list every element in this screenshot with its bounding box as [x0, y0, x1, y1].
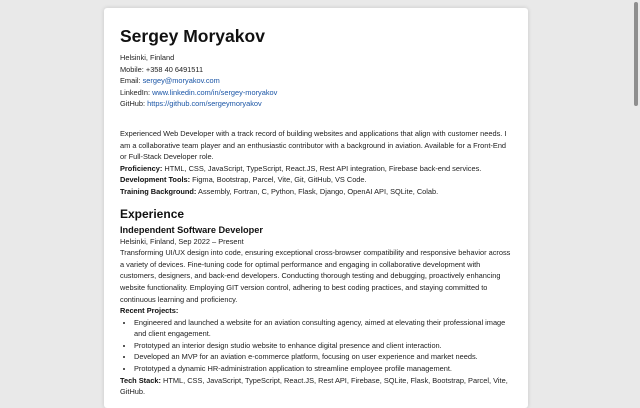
projects-list: Engineered and launched a website for an…	[120, 317, 512, 375]
proficiency-value: HTML, CSS, JavaScript, TypeScript, React…	[162, 163, 482, 173]
list-item: Engineered and launched a website for an…	[134, 317, 512, 340]
list-item: Developed an MVP for an aviation e-comme…	[134, 351, 512, 363]
scrollbar-thumb[interactable]	[634, 2, 638, 106]
job-description: Transforming UI/UX design into code, ens…	[120, 248, 511, 304]
proficiency-label: Proficiency:	[120, 163, 163, 173]
list-item: Prototyped an interior design studio web…	[134, 340, 512, 352]
tech-stack-label: Tech Stack:	[120, 375, 161, 385]
training-value: Assembly, Fortran, C, Python, Flask, Dja…	[196, 186, 439, 196]
scrollbar[interactable]	[632, 0, 640, 401]
tools-value: Figma, Bootstrap, Parcel, Vite, Git, Git…	[190, 175, 367, 185]
tools-label: Development Tools:	[120, 175, 191, 185]
experience-heading: Experience	[120, 206, 185, 221]
projects-label: Recent Projects:	[120, 306, 179, 316]
linkedin-label: LinkedIn:	[120, 87, 153, 97]
proficiency-line: Proficiency: HTML, CSS, JavaScript, Type…	[120, 163, 512, 175]
resume-page: Sergey Moryakov Helsinki, Finland Mobile…	[104, 8, 528, 408]
tools-line: Development Tools: Figma, Bootstrap, Par…	[120, 174, 512, 186]
email-link[interactable]: sergey@moryakov.com	[143, 76, 220, 85]
location-text: Helsinki, Finland	[120, 53, 175, 62]
linkedin-link[interactable]: www.linkedin.com/in/sergey-moryakov	[152, 88, 277, 97]
training-label: Training Background:	[120, 186, 197, 196]
tech-stack-line: Tech Stack: HTML, CSS, JavaScript, TypeS…	[120, 375, 512, 398]
github-link[interactable]: https://github.com/sergeymoryakov	[147, 99, 262, 108]
training-line: Training Background: Assembly, Fortran, …	[120, 186, 512, 198]
github-line: GitHub: https://github.com/sergeymoryako…	[120, 98, 512, 110]
mobile-text: Mobile: +358 40 6491511	[120, 64, 204, 74]
github-label: GitHub:	[120, 99, 148, 109]
resume-name: Sergey Moryakov	[120, 26, 265, 46]
email-line: Email: sergey@moryakov.com	[120, 75, 512, 87]
summary-section: Experienced Web Developer with a track r…	[120, 128, 512, 198]
job-meta: Helsinki, Finland, Sep 2022 – Present	[120, 236, 244, 246]
list-item: Prototyped a dynamic HR-administration a…	[134, 363, 512, 375]
job-title: Independent Software Developer	[120, 224, 263, 235]
linkedin-line: LinkedIn: www.linkedin.com/in/sergey-mor…	[120, 87, 512, 99]
email-label: Email:	[120, 76, 143, 86]
summary-text: Experienced Web Developer with a track r…	[120, 128, 507, 162]
tech-stack-value: HTML, CSS, JavaScript, TypeScript, React…	[120, 375, 508, 397]
